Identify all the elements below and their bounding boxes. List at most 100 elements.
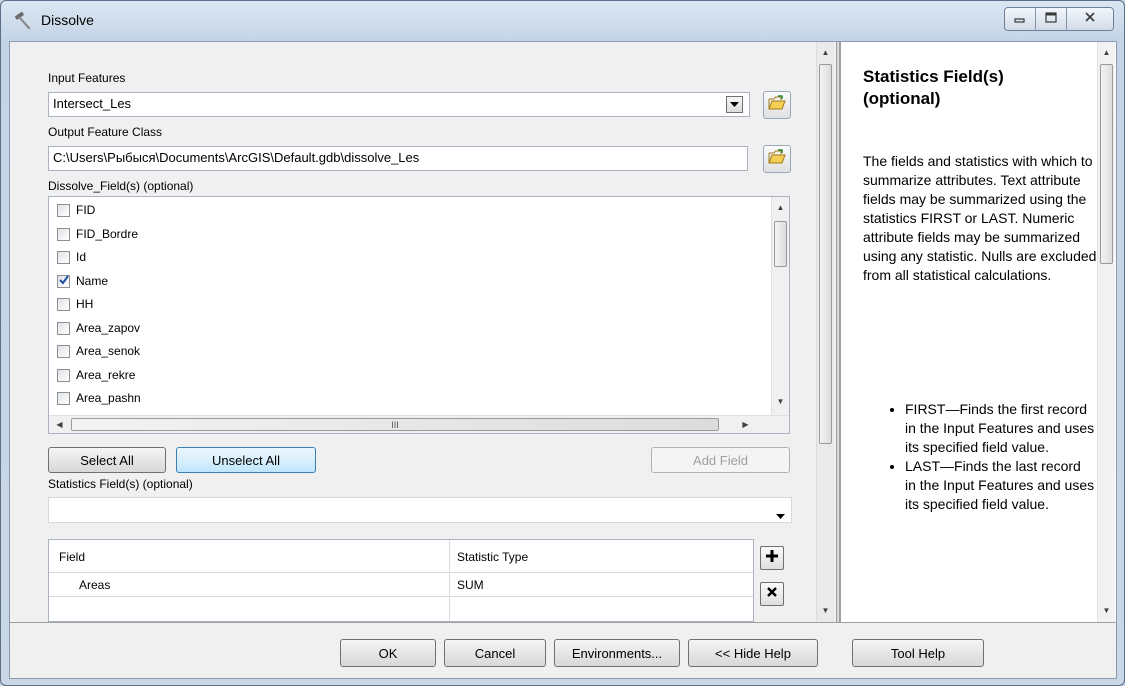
- list-item[interactable]: Area_rekre: [57, 365, 135, 385]
- help-pane: Statistics Field(s) (optional) The field…: [840, 42, 1116, 622]
- hide-help-button[interactable]: << Hide Help: [688, 639, 818, 667]
- minimize-icon: [1014, 10, 1026, 28]
- scroll-thumb[interactable]: [1100, 64, 1113, 264]
- field-label: Name: [76, 274, 109, 288]
- list-item[interactable]: Name: [57, 271, 108, 291]
- cancel-label: Cancel: [474, 645, 516, 661]
- close-icon: [766, 585, 778, 603]
- dialog-footer: OK Cancel Environments... << Hide Help T…: [10, 622, 1116, 678]
- field-label: Area_zapov: [76, 321, 141, 335]
- checkbox[interactable]: [57, 203, 70, 217]
- window-controls: [1004, 7, 1114, 31]
- field-label: FID: [76, 203, 96, 217]
- list-item[interactable]: Id: [57, 247, 86, 267]
- scroll-thumb[interactable]: III: [71, 418, 719, 431]
- parameters-scrollbar[interactable]: ▲ ▼: [816, 42, 834, 622]
- input-features-dropdown-button[interactable]: [726, 96, 743, 113]
- dissolve-window: Dissolve Input Features Intersect_Les Ou…: [0, 0, 1125, 686]
- field-label: HH: [76, 297, 94, 311]
- checkbox[interactable]: [57, 250, 70, 264]
- field-label: Area_pashn: [76, 391, 141, 405]
- list-item[interactable]: HH: [57, 294, 93, 314]
- open-folder-icon: [768, 94, 786, 116]
- list-item[interactable]: FID: [57, 200, 95, 220]
- statistics-fields-label: Statistics Field(s) (optional): [48, 477, 193, 491]
- delete-row-button[interactable]: [760, 582, 784, 606]
- field-label: Id: [76, 250, 87, 264]
- add-field-label: Add Field: [693, 452, 748, 468]
- table-cell-field[interactable]: Areas: [79, 578, 110, 592]
- open-folder-icon: [768, 148, 786, 170]
- field-label: FID_Bordre: [76, 227, 139, 241]
- scroll-right-arrow-icon[interactable]: ▶: [737, 416, 754, 433]
- select-all-button[interactable]: Select All: [48, 447, 166, 473]
- field-label: Area_rekre: [76, 368, 136, 382]
- tool-help-label: Tool Help: [890, 645, 946, 661]
- checkbox[interactable]: [57, 321, 70, 335]
- close-button[interactable]: [1067, 8, 1113, 30]
- cancel-button[interactable]: Cancel: [444, 639, 546, 667]
- field-label: Area_senok: [76, 344, 141, 358]
- input-features-browse-button[interactable]: [763, 91, 791, 119]
- list-item[interactable]: Area_pashn: [57, 388, 141, 408]
- column-header-field[interactable]: Field: [59, 550, 85, 564]
- ok-button[interactable]: OK: [340, 639, 436, 667]
- checkbox-checked[interactable]: [57, 274, 70, 288]
- minimize-button[interactable]: [1005, 8, 1036, 30]
- title-bar[interactable]: Dissolve: [1, 1, 1124, 41]
- scroll-down-arrow-icon[interactable]: ▼: [772, 393, 789, 410]
- checkbox[interactable]: [57, 344, 70, 358]
- help-title: Statistics Field(s) (optional): [863, 67, 1004, 108]
- checkbox[interactable]: [57, 297, 70, 311]
- scroll-thumb[interactable]: [774, 221, 787, 267]
- list-item[interactable]: Area_zapov: [57, 318, 140, 338]
- tool-help-button[interactable]: Tool Help: [852, 639, 984, 667]
- checkmark-icon: [58, 274, 69, 288]
- help-bullet-list: FIRST—Finds the first record in the Inpu…: [885, 400, 1095, 514]
- list-item: LAST—Finds the last record in the Input …: [905, 457, 1095, 514]
- plus-icon: [765, 549, 779, 568]
- help-scrollbar[interactable]: ▲ ▼: [1097, 42, 1115, 622]
- chevron-down-icon[interactable]: [776, 507, 785, 525]
- input-features-label: Input Features: [48, 71, 126, 85]
- scroll-left-arrow-icon[interactable]: ◀: [51, 416, 68, 433]
- input-features-value: Intersect_Les: [53, 96, 132, 111]
- ok-label: OK: [378, 645, 398, 661]
- maximize-icon: [1045, 10, 1057, 28]
- environments-button[interactable]: Environments...: [554, 639, 680, 667]
- unselect-all-label: Unselect All: [212, 452, 280, 468]
- list-item[interactable]: Area_senok: [57, 341, 140, 361]
- help-body: The fields and statistics with which to …: [863, 153, 1097, 283]
- window-title: Dissolve: [41, 12, 94, 28]
- scroll-down-arrow-icon[interactable]: ▼: [817, 602, 834, 619]
- list-horizontal-scrollbar[interactable]: ◀ III ▶: [49, 415, 789, 433]
- maximize-button[interactable]: [1036, 8, 1067, 30]
- dialog-body: Input Features Intersect_Les Output Feat…: [9, 41, 1117, 679]
- scroll-down-arrow-icon[interactable]: ▼: [1098, 602, 1115, 619]
- dissolve-fields-list[interactable]: FID FID_Bordre Id Name HH Area_zapov Are…: [48, 196, 790, 434]
- output-browse-button[interactable]: [763, 145, 791, 173]
- checkbox[interactable]: [57, 368, 70, 382]
- hammer-icon: [13, 11, 33, 31]
- scroll-up-arrow-icon[interactable]: ▲: [1098, 44, 1115, 61]
- checkbox[interactable]: [57, 227, 70, 241]
- checkbox[interactable]: [57, 391, 70, 405]
- table-cell-statistic[interactable]: SUM: [457, 578, 484, 592]
- scroll-thumb[interactable]: [819, 64, 832, 444]
- chevron-down-icon: [730, 100, 739, 110]
- add-row-button[interactable]: [760, 546, 784, 570]
- list-item: FIRST—Finds the first record in the Inpu…: [905, 400, 1095, 457]
- output-feature-class-input[interactable]: C:\Users\Рыбыся\Documents\ArcGIS\Default…: [48, 146, 748, 171]
- statistics-table: Field Statistic Type Areas SUM: [48, 539, 754, 622]
- scroll-up-arrow-icon[interactable]: ▲: [817, 44, 834, 61]
- column-header-statistic-type[interactable]: Statistic Type: [457, 550, 528, 564]
- unselect-all-button[interactable]: Unselect All: [176, 447, 316, 473]
- dissolve-fields-label: Dissolve_Field(s) (optional): [48, 179, 194, 193]
- add-field-button[interactable]: Add Field: [651, 447, 790, 473]
- input-features-combo[interactable]: Intersect_Les: [48, 92, 750, 117]
- output-feature-class-label: Output Feature Class: [48, 125, 163, 139]
- list-item[interactable]: FID_Bordre: [57, 224, 138, 244]
- statistics-field-combo[interactable]: [48, 497, 792, 523]
- list-vertical-scrollbar[interactable]: ▲ ▼: [771, 197, 789, 415]
- scroll-up-arrow-icon[interactable]: ▲: [772, 199, 789, 216]
